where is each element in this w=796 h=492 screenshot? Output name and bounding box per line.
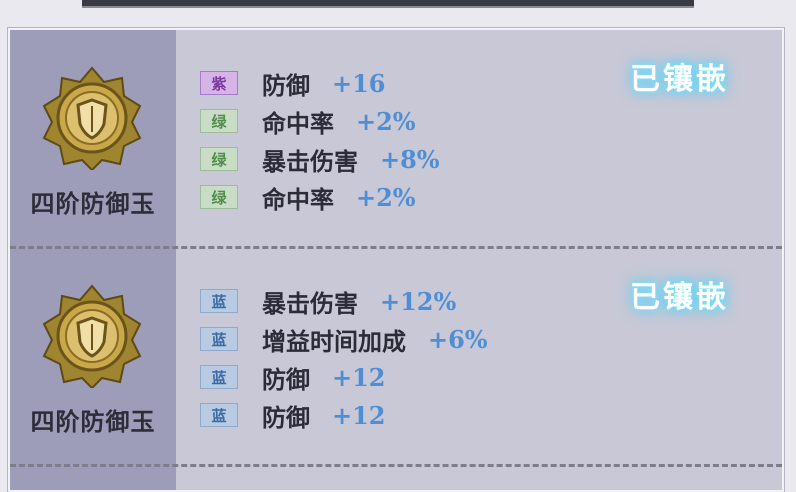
attr-value: +16 [332,68,386,98]
attr-value: +6% [428,324,488,354]
stat-line: 蓝 防御 +12 [200,360,386,394]
attr-name: 暴击伤害 [262,288,358,318]
gem-list-panel: 四阶防御玉 紫 防御 +16 绿 命中率 +2% 绿 暴击伤害 +8% 绿 命中… [8,28,784,492]
attr-value: +2% [356,182,416,212]
stat-line: 绿 命中率 +2% [200,180,416,214]
attr-name: 命中率 [262,184,334,214]
stat-line: 绿 暴击伤害 +8% [200,142,440,176]
inlaid-status: 已镶嵌 [630,280,729,315]
quality-badge: 蓝 [200,365,238,389]
gem-name: 四阶防御玉 [30,407,156,436]
stat-line: 紫 防御 +16 [200,66,386,100]
attr-name: 防御 [262,70,310,100]
attr-name: 增益时间加成 [262,326,406,356]
quality-badge: 绿 [200,185,238,209]
quality-badge: 蓝 [200,289,238,313]
quality-badge: 紫 [200,71,238,95]
quality-badge: 绿 [200,109,238,133]
dashed-divider [10,464,782,467]
attr-value: +12 [332,400,386,430]
attr-value: +12% [380,286,457,316]
stat-line: 蓝 防御 +12 [200,398,386,432]
inlaid-status: 已镶嵌 [630,62,729,97]
stat-line: 蓝 增益时间加成 +6% [200,322,488,356]
shield-medal-icon [42,66,142,170]
shield-medal-icon [42,284,142,388]
attr-name: 命中率 [262,108,334,138]
stat-line: 蓝 暴击伤害 +12% [200,284,456,318]
attr-value: +8% [380,144,440,174]
attr-name: 防御 [262,402,310,432]
attr-value: +2% [356,106,416,136]
attr-value: +12 [332,362,386,392]
attr-name: 防御 [262,364,310,394]
gem-row-1[interactable]: 四阶防御玉 紫 防御 +16 绿 命中率 +2% 绿 暴击伤害 +8% 绿 命中… [10,30,782,246]
attr-name: 暴击伤害 [262,146,358,176]
quality-badge: 绿 [200,147,238,171]
quality-badge: 蓝 [200,327,238,351]
stat-line: 绿 命中率 +2% [200,104,416,138]
top-bar [82,0,694,8]
gem-name: 四阶防御玉 [30,189,156,218]
gem-row-2[interactable]: 四阶防御玉 蓝 暴击伤害 +12% 蓝 增益时间加成 +6% 蓝 防御 +12 … [10,248,782,466]
quality-badge: 蓝 [200,403,238,427]
